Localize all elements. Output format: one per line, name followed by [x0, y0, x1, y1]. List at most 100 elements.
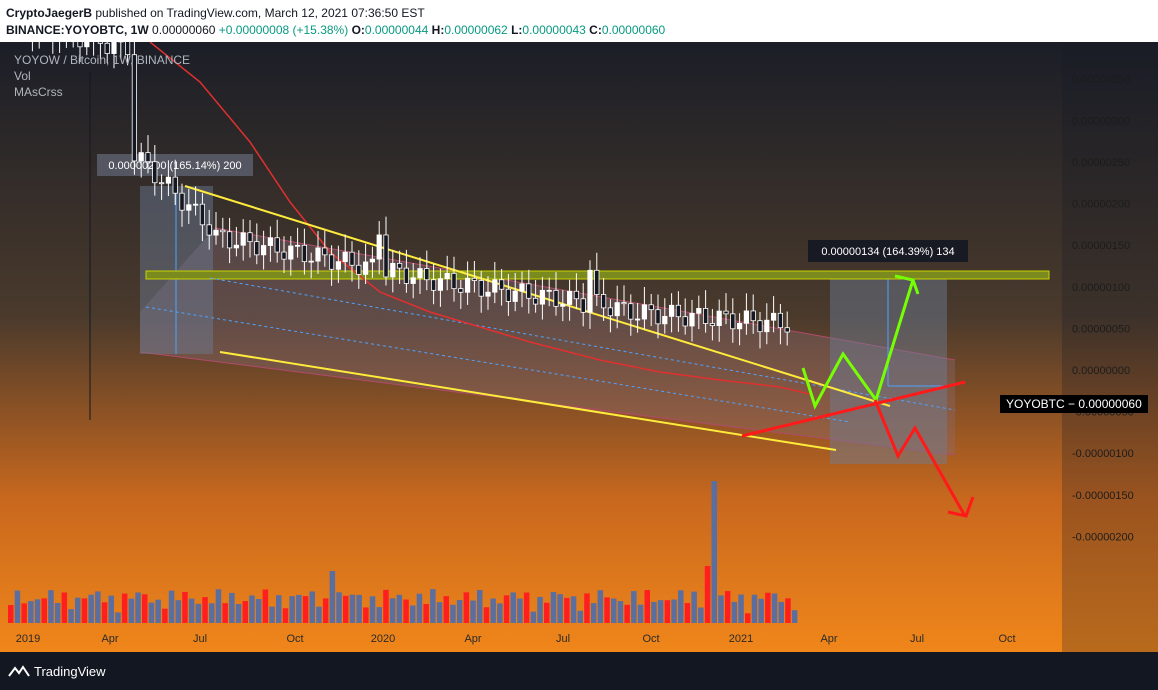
volume-bar: [95, 591, 101, 623]
volume-bar: [121, 593, 128, 623]
candle-body: [192, 203, 199, 206]
price-axis-label: 0.00000350: [1072, 74, 1130, 86]
candle-body: [240, 232, 246, 246]
volume-bar: [631, 591, 637, 623]
candle-body: [186, 204, 192, 211]
price-chart[interactable]: 0.000004500.000004000.000003500.00000300…: [0, 42, 1158, 652]
volume-bar: [758, 598, 764, 623]
price-axis-label: -0.00000200: [1072, 531, 1134, 543]
candle-body: [784, 327, 790, 333]
volume-bar: [443, 596, 449, 623]
candle-body: [601, 294, 607, 309]
candle-body: [288, 245, 294, 260]
volume-bar: [142, 594, 148, 623]
volume-bar: [624, 604, 630, 623]
volume-bar: [497, 603, 503, 623]
measure-label-right: 0.00000134 (164.39%) 134: [821, 246, 954, 258]
candle-body: [158, 182, 165, 185]
tradingview-logo-icon[interactable]: [8, 664, 30, 680]
candle-body: [322, 247, 328, 256]
price-axis-label: 0.00000000: [1072, 365, 1130, 377]
candle-body: [335, 261, 342, 270]
volume-bar: [463, 592, 470, 623]
author-name[interactable]: CryptoJaegerB: [6, 6, 92, 20]
candle-body: [315, 247, 321, 262]
candle-body: [607, 307, 614, 317]
candle-body: [424, 268, 430, 281]
volume-bar: [771, 593, 778, 623]
volume-bar: [54, 603, 61, 623]
candle-body: [485, 291, 491, 297]
candle-body: [730, 313, 736, 330]
volume-bar: [309, 591, 315, 623]
candle-body: [655, 309, 661, 325]
volume-bar: [88, 594, 94, 623]
volume-bar: [490, 598, 496, 623]
low-label: L:: [511, 23, 523, 37]
volume-bar: [162, 608, 168, 623]
candle-body: [437, 278, 444, 291]
volume-bar: [711, 481, 717, 623]
volume-bar: [61, 592, 68, 623]
price-axis-label: 0.00000100: [1072, 282, 1130, 294]
time-axis-label: Jul: [193, 633, 207, 645]
candle-body: [281, 251, 287, 260]
legend-vol[interactable]: Vol: [14, 68, 190, 84]
footer-bar: TradingView: [0, 652, 1158, 690]
candle-body: [703, 308, 709, 324]
candle-body: [349, 251, 355, 266]
publish-info: CryptoJaegerB published on TradingView.c…: [6, 6, 425, 20]
legend-ma[interactable]: MAsCrss: [14, 84, 190, 100]
time-axis-label: 2021: [729, 633, 753, 645]
price-axis-label: 0.00000050: [1072, 323, 1130, 335]
volume-bar: [195, 603, 202, 623]
volume-bar: [691, 591, 697, 623]
volume-bar: [302, 596, 309, 623]
volume-bar: [550, 591, 557, 623]
candle-body: [641, 304, 648, 320]
publish-header: CryptoJaegerB published on TradingView.c…: [0, 0, 1158, 42]
volume-bar: [389, 598, 396, 623]
candle-body: [84, 42, 90, 48]
candle-body: [689, 312, 695, 327]
time-axis-label: Apr: [820, 633, 837, 645]
candle-body: [621, 302, 627, 305]
candle-body: [247, 232, 253, 243]
volume-bar: [751, 594, 758, 623]
candle-body: [464, 277, 471, 293]
last-price: 0.00000060: [152, 23, 216, 37]
volume-bar: [289, 596, 295, 623]
volume-bar: [684, 603, 691, 623]
volume-bar: [731, 601, 738, 623]
candle-body: [628, 303, 634, 320]
volume-bar: [416, 593, 423, 623]
candle-body: [342, 251, 348, 263]
tradingview-brand[interactable]: TradingView: [34, 664, 106, 679]
volume-bar: [276, 595, 282, 623]
time-axis-label: Jul: [556, 633, 570, 645]
volume-bar: [14, 590, 21, 623]
candle-body: [471, 277, 478, 281]
time-axis-label: Oct: [286, 633, 303, 645]
volume-bar: [202, 597, 208, 623]
volume-bar: [450, 604, 456, 623]
candle-body: [308, 260, 314, 263]
volume-bar: [597, 590, 604, 623]
volume-bar: [503, 595, 510, 623]
candle-body: [716, 310, 722, 327]
volume-bar: [718, 595, 724, 623]
volume-bar: [108, 595, 114, 623]
high-value: 0.00000062: [444, 23, 508, 37]
candle-body: [233, 244, 239, 249]
volume-bar: [671, 599, 677, 623]
candle-body: [546, 289, 552, 292]
price-axis-label: 0.00000200: [1072, 199, 1130, 211]
candle-body: [723, 310, 729, 315]
volume-bar: [229, 592, 235, 623]
volume-bar: [249, 595, 255, 623]
candle-body: [539, 289, 546, 305]
volume-bar: [155, 599, 161, 623]
volume-bar: [403, 599, 409, 623]
candle-body: [410, 277, 416, 284]
chart-area[interactable]: 0.000004500.000004000.000003500.00000300…: [0, 42, 1158, 652]
